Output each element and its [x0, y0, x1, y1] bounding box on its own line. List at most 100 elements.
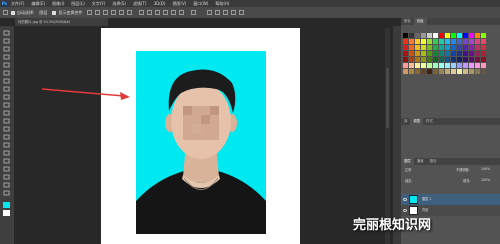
- color-swatch[interactable]: [427, 51, 432, 56]
- color-swatch[interactable]: [403, 39, 408, 44]
- color-swatch[interactable]: [439, 45, 444, 50]
- color-swatch[interactable]: [451, 57, 456, 62]
- color-swatch[interactable]: [451, 33, 456, 38]
- color-swatch[interactable]: [439, 39, 444, 44]
- color-swatch[interactable]: [463, 33, 468, 38]
- color-swatch[interactable]: [463, 39, 468, 44]
- path-select-icon[interactable]: [3, 158, 10, 164]
- align-middle-icon[interactable]: [95, 10, 101, 15]
- color-swatch[interactable]: [463, 45, 468, 50]
- menu-file[interactable]: 文件(F): [11, 0, 24, 7]
- color-swatch[interactable]: [469, 57, 474, 62]
- align-center-icon[interactable]: [119, 10, 125, 15]
- tab-swatches[interactable]: 色板: [413, 18, 427, 25]
- color-swatch[interactable]: [421, 57, 426, 62]
- color-swatch[interactable]: [421, 51, 426, 56]
- color-swatch[interactable]: [457, 33, 462, 38]
- tab-adjustments[interactable]: 调整: [410, 118, 424, 125]
- distribute-bottom-icon[interactable]: [155, 10, 161, 15]
- color-swatch[interactable]: [475, 33, 480, 38]
- layer-row-1[interactable]: 图层 1: [401, 194, 500, 205]
- auto-select-target-dropdown[interactable]: 图层: [39, 7, 47, 18]
- color-swatch[interactable]: [403, 45, 408, 50]
- color-swatch[interactable]: [415, 57, 420, 62]
- visibility-eye-icon[interactable]: [403, 198, 407, 201]
- color-swatch[interactable]: [445, 57, 450, 62]
- document-tab[interactable]: 月的照片.jpg @ 33.3%(RGB/8#): [15, 18, 108, 26]
- align-right-icon[interactable]: [127, 10, 133, 15]
- color-swatch[interactable]: [457, 39, 462, 44]
- tab-libraries[interactable]: 库: [401, 118, 410, 125]
- color-swatch[interactable]: [457, 51, 462, 56]
- color-swatch[interactable]: [475, 63, 480, 68]
- eraser-icon[interactable]: [3, 110, 10, 116]
- color-swatch[interactable]: [409, 57, 414, 62]
- color-swatch[interactable]: [457, 69, 462, 74]
- color-swatch[interactable]: [469, 45, 474, 50]
- color-swatch[interactable]: [451, 45, 456, 50]
- color-swatch[interactable]: [427, 39, 432, 44]
- color-swatch[interactable]: [427, 45, 432, 50]
- color-swatch[interactable]: [427, 57, 432, 62]
- blend-mode-dropdown[interactable]: 正常: [405, 167, 411, 172]
- color-swatch[interactable]: [433, 45, 438, 50]
- auto-align-icon[interactable]: [191, 10, 197, 15]
- color-swatch[interactable]: [481, 69, 486, 74]
- distribute-top-icon[interactable]: [139, 10, 145, 15]
- color-swatch[interactable]: [427, 63, 432, 68]
- distribute-middle-icon[interactable]: [147, 10, 153, 15]
- color-swatch[interactable]: [457, 45, 462, 50]
- clone-stamp-icon[interactable]: [3, 94, 10, 100]
- color-swatch[interactable]: [439, 63, 444, 68]
- brush-tool-icon[interactable]: [3, 86, 10, 92]
- background-color-swatch[interactable]: [3, 210, 10, 216]
- menu-image[interactable]: 图像(I): [52, 0, 64, 7]
- color-swatch[interactable]: [463, 51, 468, 56]
- dodge-tool-icon[interactable]: [3, 134, 10, 140]
- color-swatch[interactable]: [403, 69, 408, 74]
- tab-layers[interactable]: 图层: [401, 158, 414, 165]
- marquee-tool-icon[interactable]: [3, 38, 10, 44]
- color-swatch[interactable]: [481, 51, 486, 56]
- color-swatch[interactable]: [475, 45, 480, 50]
- color-swatch[interactable]: [409, 69, 414, 74]
- color-swatch[interactable]: [463, 57, 468, 62]
- move-tool-preset-icon[interactable]: [3, 10, 8, 15]
- 3d-roll-icon[interactable]: [215, 10, 221, 15]
- 3d-rotate-icon[interactable]: [207, 10, 213, 15]
- color-swatch[interactable]: [433, 69, 438, 74]
- eyedropper-icon[interactable]: [3, 70, 10, 76]
- zoom-tool-icon[interactable]: [3, 182, 10, 188]
- color-swatch[interactable]: [433, 57, 438, 62]
- color-swatch[interactable]: [475, 69, 480, 74]
- color-swatch[interactable]: [409, 63, 414, 68]
- show-transform-checkbox[interactable]: [52, 10, 57, 15]
- foreground-color-swatch[interactable]: [3, 202, 10, 208]
- color-swatch[interactable]: [469, 33, 474, 38]
- color-swatch[interactable]: [427, 33, 432, 38]
- color-swatch[interactable]: [433, 63, 438, 68]
- menu-3d[interactable]: 3D(D): [154, 0, 166, 7]
- color-swatch[interactable]: [445, 51, 450, 56]
- color-swatch[interactable]: [415, 33, 420, 38]
- color-swatch[interactable]: [481, 45, 486, 50]
- pen-tool-icon[interactable]: [3, 142, 10, 148]
- color-swatch[interactable]: [403, 57, 408, 62]
- color-swatch[interactable]: [451, 63, 456, 68]
- more-tools-icon[interactable]: [3, 190, 10, 196]
- color-swatch[interactable]: [439, 33, 444, 38]
- vertical-scrollbar[interactable]: [385, 28, 390, 244]
- tab-color[interactable]: 颜色: [401, 18, 414, 25]
- color-swatch[interactable]: [445, 39, 450, 44]
- color-swatch[interactable]: [439, 69, 444, 74]
- color-swatch[interactable]: [421, 63, 426, 68]
- color-swatch[interactable]: [445, 69, 450, 74]
- color-swatch[interactable]: [475, 39, 480, 44]
- color-swatch[interactable]: [481, 63, 486, 68]
- color-swatch[interactable]: [421, 33, 426, 38]
- color-swatch[interactable]: [445, 45, 450, 50]
- menu-layer[interactable]: 图层(L): [71, 0, 84, 7]
- menu-select[interactable]: 选择(S): [112, 0, 126, 7]
- color-swatch[interactable]: [427, 69, 432, 74]
- visibility-eye-icon[interactable]: [403, 209, 407, 212]
